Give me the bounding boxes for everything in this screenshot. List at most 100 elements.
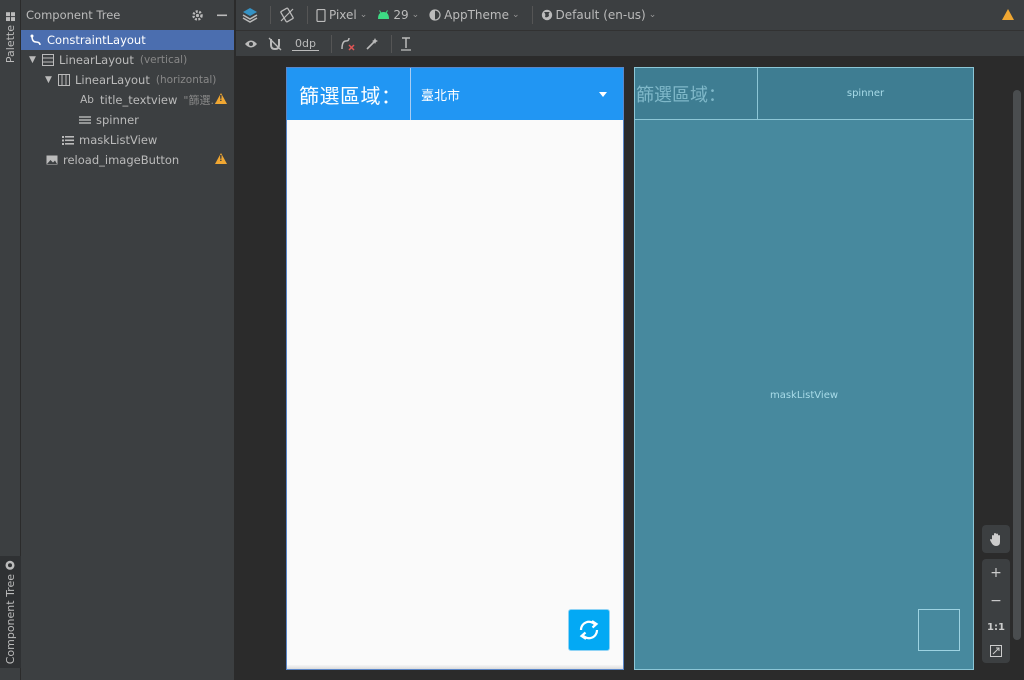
locale-select[interactable]: Default (en-us) ⌄ bbox=[541, 8, 657, 22]
clear-constraints-button[interactable] bbox=[340, 37, 355, 51]
tree-row-linearlayout-vertical[interactable]: ▼ LinearLayout (vertical) bbox=[21, 50, 234, 70]
theme-select[interactable]: AppTheme ⌄ bbox=[429, 8, 520, 22]
zoom-controls: + − 1:1 bbox=[982, 559, 1010, 663]
gear-icon[interactable] bbox=[191, 9, 204, 22]
palette-tab[interactable]: Palette bbox=[0, 6, 21, 70]
layout-editor-toolbar: Pixel ⌄ 29 ⌄ AppTheme ⌄ Default (en-us) … bbox=[236, 0, 1024, 31]
tree-row-label: title_textview bbox=[100, 93, 178, 107]
constraint-toolbar: 0dp bbox=[236, 31, 1024, 57]
theme-label: AppTheme bbox=[444, 8, 509, 22]
tree-row-label: ConstraintLayout bbox=[47, 33, 146, 47]
blueprint-mask-list-view[interactable]: maskListView bbox=[635, 390, 973, 401]
minimize-icon[interactable] bbox=[216, 9, 228, 21]
dropdown-arrow-icon bbox=[599, 91, 607, 97]
zoom-in-button[interactable]: + bbox=[990, 565, 1002, 581]
api-level-select[interactable]: 29 ⌄ bbox=[377, 8, 419, 22]
tool-window-strip: Palette Component Tree bbox=[0, 0, 21, 680]
view-options-button[interactable] bbox=[244, 39, 258, 49]
chevron-down-icon: ⌄ bbox=[359, 10, 368, 20]
tree-row-label: LinearLayout bbox=[59, 53, 134, 67]
clear-constraints-icon bbox=[341, 37, 355, 51]
layers-button[interactable] bbox=[242, 7, 258, 23]
refresh-icon bbox=[579, 620, 599, 640]
filter-bar: 篩選區域： 臺北市 bbox=[287, 68, 623, 120]
tree-row-spinner[interactable]: spinner bbox=[21, 110, 234, 130]
tree-row-label: reload_imageButton bbox=[63, 153, 180, 167]
tree-row-type: (vertical) bbox=[139, 54, 188, 66]
reload-image-button[interactable] bbox=[568, 609, 610, 651]
tree-row-linearlayout-horizontal[interactable]: ▼ LinearLayout (horizontal) bbox=[21, 70, 234, 90]
android-studio-layout-editor: Palette Component Tree Component Tree Co… bbox=[0, 0, 1024, 680]
warning-icon[interactable] bbox=[1002, 9, 1014, 20]
guidelines-button[interactable] bbox=[400, 36, 412, 51]
tree-row-type: (horizontal) bbox=[155, 74, 217, 86]
rotate-device-icon bbox=[280, 7, 294, 23]
palette-icon bbox=[6, 12, 15, 22]
tree-row-title-textview[interactable]: Ab title_textview "篩選... bbox=[21, 90, 234, 110]
api-level-label: 29 bbox=[393, 8, 409, 22]
tree-row-reload-imagebutton[interactable]: reload_imageButton bbox=[21, 150, 234, 170]
tree-row-masklistview[interactable]: maskListView bbox=[21, 130, 234, 150]
chevron-down-icon: ⌄ bbox=[511, 10, 520, 20]
tree-row-constraintlayout[interactable]: ConstraintLayout bbox=[21, 30, 234, 50]
list-icon bbox=[61, 133, 75, 147]
spinner[interactable]: 臺北市 bbox=[410, 68, 623, 120]
default-margin-button[interactable]: 0dp bbox=[292, 37, 319, 51]
expand-arrow-icon[interactable]: ▼ bbox=[45, 75, 57, 85]
blueprint-spinner[interactable]: spinner bbox=[758, 68, 973, 119]
design-canvas[interactable]: 篩選區域： 臺北市 篩選區域： spinner maskListView + −… bbox=[236, 57, 1024, 680]
layers-icon bbox=[242, 8, 258, 23]
image-icon bbox=[45, 153, 59, 167]
globe-icon bbox=[6, 560, 15, 570]
locale-label: Default (en-us) bbox=[555, 8, 646, 22]
magnet-off-icon bbox=[268, 37, 282, 50]
textview-icon: Ab bbox=[80, 94, 94, 106]
tree-row-label: LinearLayout bbox=[75, 73, 150, 87]
theme-icon bbox=[429, 9, 441, 21]
spinner-value: 臺北市 bbox=[421, 88, 461, 104]
component-tree-panel: Component Tree ConstraintLayout ▼ Linear… bbox=[21, 0, 235, 680]
hand-icon bbox=[990, 532, 1000, 546]
constraint-icon bbox=[29, 33, 43, 47]
zoom-out-button[interactable]: − bbox=[990, 593, 1002, 609]
eye-icon bbox=[245, 40, 257, 47]
default-margin-label: 0dp bbox=[295, 36, 316, 50]
device-select[interactable]: Pixel ⌄ bbox=[316, 8, 367, 22]
phone-icon bbox=[316, 8, 326, 22]
text-baseline-icon bbox=[400, 36, 411, 51]
blueprint-title-textview[interactable]: 篩選區域： bbox=[635, 68, 758, 119]
horizontal-layout-icon bbox=[57, 73, 71, 87]
autoconnect-button[interactable] bbox=[268, 37, 282, 51]
component-tree-title: Component Tree bbox=[26, 8, 121, 22]
component-tree-tab-label: Component Tree bbox=[4, 573, 17, 665]
chevron-down-icon: ⌄ bbox=[411, 10, 420, 20]
blueprint-preview[interactable]: 篩選區域： spinner maskListView bbox=[634, 67, 974, 670]
palette-tab-label: Palette bbox=[4, 25, 17, 64]
blueprint-reload-image-button[interactable] bbox=[918, 609, 960, 651]
orientation-button[interactable] bbox=[279, 7, 295, 23]
infer-constraints-button[interactable] bbox=[365, 37, 379, 51]
title-textview[interactable]: 篩選區域： bbox=[287, 80, 410, 109]
vertical-scrollbar[interactable] bbox=[1013, 90, 1021, 640]
android-icon bbox=[378, 10, 390, 19]
preview-bottom-edge bbox=[287, 665, 623, 669]
component-tree-tab[interactable]: Component Tree bbox=[0, 556, 21, 668]
blueprint-filter-bar: 篩選區域： spinner bbox=[635, 68, 973, 120]
warning-icon[interactable] bbox=[215, 93, 227, 104]
spinner-icon bbox=[78, 113, 92, 127]
magic-wand-icon bbox=[366, 37, 378, 50]
vertical-layout-icon bbox=[41, 53, 55, 67]
globe-icon bbox=[541, 9, 552, 21]
tree-row-label: spinner bbox=[96, 113, 139, 127]
chevron-down-icon: ⌄ bbox=[648, 10, 657, 20]
component-tree-header: Component Tree bbox=[21, 0, 234, 30]
tree-row-label: maskListView bbox=[79, 133, 158, 147]
mask-list-view[interactable] bbox=[287, 120, 623, 669]
device-label: Pixel bbox=[329, 8, 357, 22]
expand-arrow-icon[interactable]: ▼ bbox=[29, 55, 41, 65]
zoom-actual-size-button[interactable]: 1:1 bbox=[987, 622, 1005, 633]
warning-icon[interactable] bbox=[215, 153, 227, 164]
pan-button[interactable] bbox=[982, 525, 1010, 553]
zoom-to-fit-icon[interactable] bbox=[990, 644, 1002, 657]
design-preview[interactable]: 篩選區域： 臺北市 bbox=[286, 67, 624, 670]
